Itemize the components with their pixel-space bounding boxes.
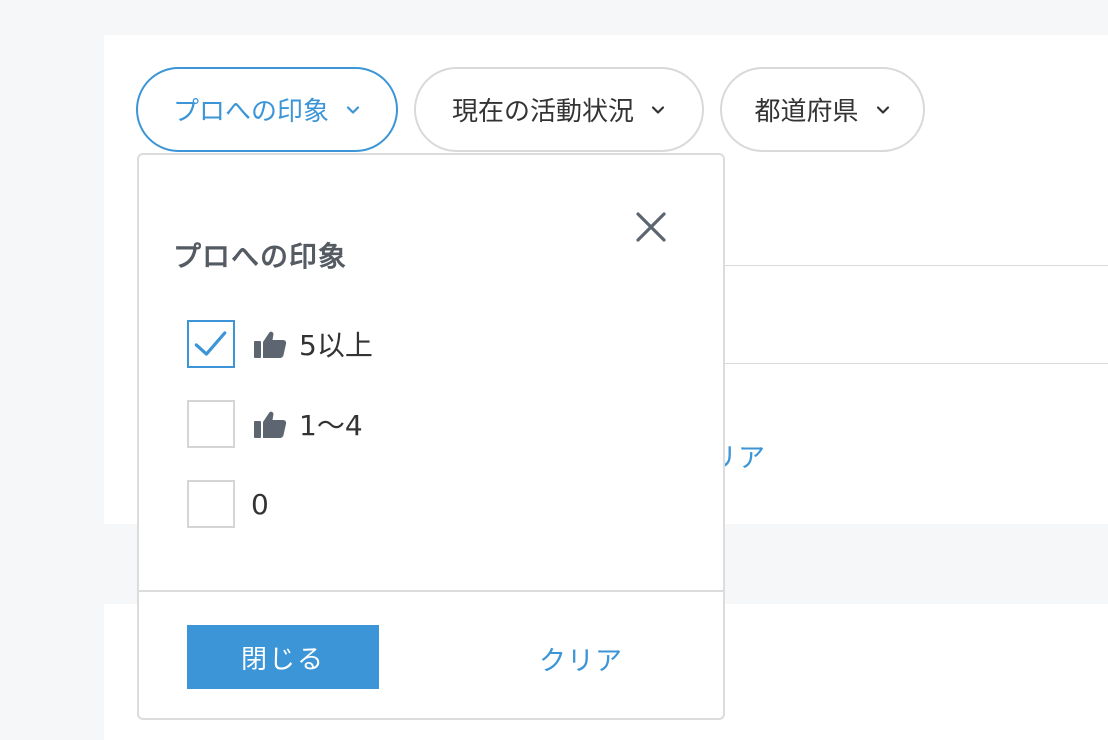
option-5-or-more[interactable]: 5以上 [173, 306, 373, 386]
option-0[interactable]: 0 [187, 479, 269, 529]
checkbox-unchecked[interactable] [187, 400, 235, 448]
filter-chip-impression[interactable]: プロへの印象 [136, 67, 398, 152]
filter-chip-label: 都道府県 [754, 97, 859, 127]
divider [724, 363, 1108, 364]
page: リア プロへの印象 現在の活動状況 都道府県 プロへの印象 5以上 1〜4 0 … [0, 0, 1108, 740]
option-label: 1〜4 [299, 409, 363, 442]
panel-divider [139, 590, 723, 592]
close-button[interactable]: 閉じる [187, 625, 379, 689]
option-label: 5以上 [299, 329, 373, 362]
clear-button[interactable]: クリア [539, 639, 623, 678]
filter-chip-prefecture[interactable]: 都道府県 [720, 67, 925, 152]
thumbs-up-icon [254, 331, 287, 358]
checkbox-checked[interactable] [173, 306, 253, 386]
option-1-to-4[interactable]: 1〜4 [187, 399, 363, 449]
filter-chip-label: 現在の活動状況 [451, 97, 634, 127]
filter-chip-label: プロへの印象 [172, 97, 329, 127]
chevron-down-icon [346, 105, 360, 114]
close-icon[interactable] [633, 209, 669, 245]
thumbs-up-icon [254, 411, 287, 438]
chevron-down-icon [651, 105, 665, 114]
chevron-down-icon [876, 105, 889, 114]
divider [724, 265, 1108, 266]
panel-title: プロへの印象 [173, 240, 348, 273]
filter-chip-activity-status[interactable]: 現在の活動状況 [414, 67, 704, 152]
checkbox-unchecked[interactable] [187, 480, 235, 528]
impression-filter-panel: プロへの印象 5以上 1〜4 0 閉じる クリア [137, 153, 725, 720]
checkmark-icon [194, 331, 227, 356]
option-label: 0 [251, 487, 269, 521]
